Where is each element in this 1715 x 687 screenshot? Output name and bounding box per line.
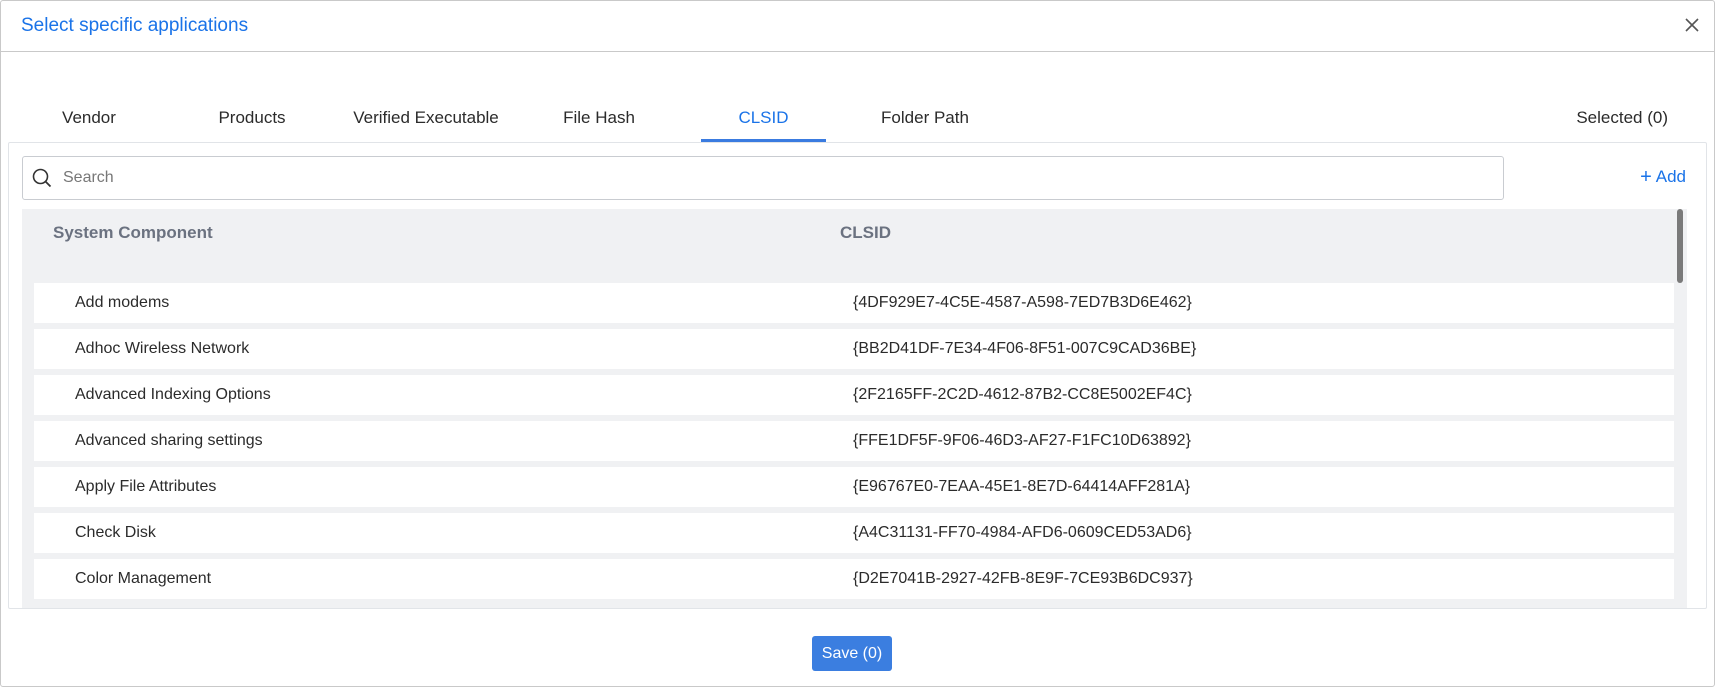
column-header-system-component[interactable]: System Component — [53, 223, 213, 243]
add-label: Add — [1655, 167, 1686, 186]
table-row[interactable]: Apply File Attributes {E96767E0-7EAA-45E… — [34, 467, 1674, 507]
tab-bar: Vendor Products Verified Executable File… — [1, 97, 1714, 142]
selected-count[interactable]: Selected (0) — [1576, 97, 1668, 139]
clsid-cell: {E96767E0-7EAA-45E1-8E7D-64414AFF281A} — [853, 478, 1191, 495]
clsid-cell: {2F2165FF-2C2D-4612-87B2-CC8E5002EF4C} — [853, 386, 1192, 403]
table-row[interactable]: Advanced Indexing Options {2F2165FF-2C2D… — [34, 375, 1674, 415]
table-row[interactable]: Add modems {4DF929E7-4C5E-4587-A598-7ED7… — [34, 283, 1674, 323]
component-cell: Color Management — [75, 570, 212, 587]
clsid-table: System Component CLSID Add modems {4DF92… — [22, 209, 1687, 608]
save-button[interactable]: Save (0) — [812, 636, 892, 671]
clsid-cell: {BB2D41DF-7E34-4F06-8F51-007C9CAD36BE} — [853, 340, 1197, 357]
tab-products[interactable]: Products — [201, 97, 303, 142]
component-cell: Add modems — [75, 294, 170, 311]
tab-folder-path[interactable]: Folder Path — [871, 97, 979, 142]
column-header-clsid[interactable]: CLSID — [840, 223, 891, 243]
plus-icon: + — [1640, 166, 1652, 188]
add-button[interactable]: + Add — [1640, 166, 1686, 189]
search-icon — [32, 168, 52, 188]
table-row[interactable]: Advanced sharing settings {FFE1DF5F-9F06… — [34, 421, 1674, 461]
clsid-cell: {4DF929E7-4C5E-4587-A598-7ED7B3D6E462} — [853, 294, 1192, 311]
component-cell: Advanced Indexing Options — [75, 386, 271, 403]
select-applications-dialog: Select specific applications Vendor Prod… — [0, 0, 1715, 687]
table-row[interactable]: Check Disk {A4C31131-FF70-4984-AFD6-0609… — [34, 513, 1674, 553]
clsid-cell: {D2E7041B-2927-42FB-8E9F-7CE93B6DC937} — [853, 570, 1193, 587]
scrollbar-thumb[interactable] — [1677, 209, 1683, 283]
table-rows: Add modems {4DF929E7-4C5E-4587-A598-7ED7… — [34, 283, 1674, 605]
table-row[interactable]: Color Management {D2E7041B-2927-42FB-8E9… — [34, 559, 1674, 599]
component-cell: Apply File Attributes — [75, 478, 217, 495]
dialog-header: Select specific applications — [1, 1, 1714, 52]
component-cell: Adhoc Wireless Network — [75, 340, 250, 357]
dialog-title: Select specific applications — [21, 15, 249, 36]
tab-clsid[interactable]: CLSID — [701, 97, 826, 142]
tab-vendor[interactable]: Vendor — [45, 97, 133, 142]
search-input[interactable] — [61, 157, 1495, 199]
table-row[interactable]: Adhoc Wireless Network {BB2D41DF-7E34-4F… — [34, 329, 1674, 369]
close-icon[interactable] — [1682, 15, 1702, 35]
component-cell: Check Disk — [75, 524, 156, 541]
tab-verified-executable[interactable]: Verified Executable — [346, 97, 506, 142]
clsid-cell: {FFE1DF5F-9F06-46D3-AF27-F1FC10D63892} — [853, 432, 1191, 449]
component-cell: Advanced sharing settings — [75, 432, 263, 449]
clsid-cell: {A4C31131-FF70-4984-AFD6-0609CED53AD6} — [853, 524, 1192, 541]
table-scrollbar[interactable] — [1677, 209, 1685, 608]
search-box — [22, 156, 1504, 200]
tab-file-hash[interactable]: File Hash — [549, 97, 649, 142]
clsid-panel: +Add System Component CLSID Add modems {… — [8, 142, 1707, 609]
